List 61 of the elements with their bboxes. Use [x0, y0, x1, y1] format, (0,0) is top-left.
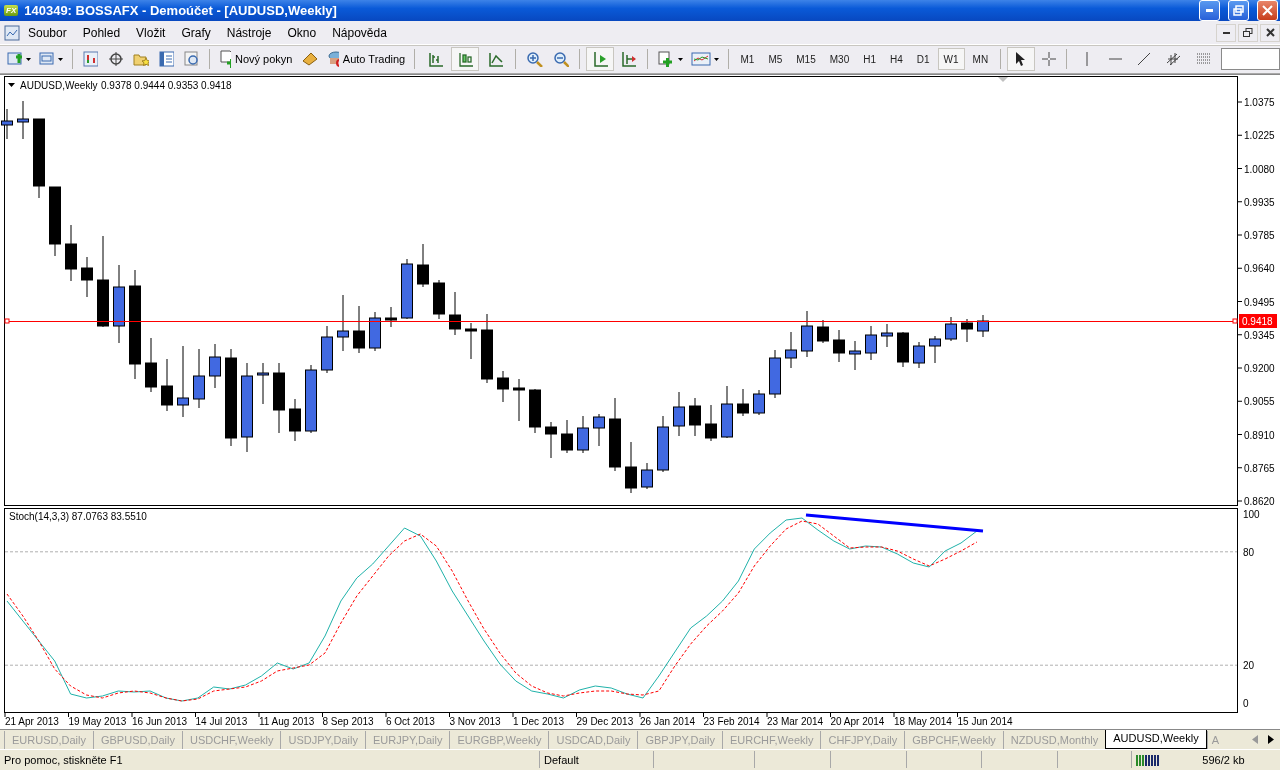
price-axis-label: 0.8765: [1244, 462, 1275, 474]
date-axis-label: 23 Feb 2014: [703, 715, 760, 727]
menu-item[interactable]: Vložit: [128, 22, 174, 43]
status-traffic: 596/2 kb: [1201, 752, 1246, 768]
menu-item[interactable]: Nápověda: [324, 22, 395, 43]
timeframe-button[interactable]: MN: [966, 48, 995, 71]
menu-item[interactable]: Pohled: [74, 22, 129, 43]
date-axis-label: 29 Dec 2013: [576, 715, 634, 727]
chart-tab[interactable]: AUDUSD,Weekly: [1105, 729, 1207, 749]
date-axis-label: 16 Jun 2013: [132, 715, 188, 727]
new-order-button[interactable]: Nový pokyn: [215, 47, 296, 72]
timeframe-button[interactable]: M1: [734, 48, 761, 71]
price-axis-label: 1.0225: [1244, 130, 1275, 142]
date-axis-label: 20 Apr 2014: [830, 715, 885, 727]
date-axis-label: 11 Aug 2013: [259, 715, 315, 727]
price-axis-label: 0.9200: [1244, 362, 1275, 374]
timeframe-button[interactable]: H4: [884, 48, 909, 71]
date-axis-label: 8 Sep 2013: [322, 715, 374, 727]
status-profile: Default: [539, 751, 654, 769]
current-price-badge: 0.9418: [1239, 313, 1277, 328]
price-axis-label: 0.9345: [1244, 329, 1275, 341]
price-axis-label: 0.9495: [1244, 296, 1275, 308]
timeframe-button[interactable]: M15: [790, 48, 822, 71]
timeframe-button[interactable]: M30: [823, 48, 856, 71]
timeframe-button[interactable]: H1: [857, 48, 882, 71]
timeframe-button[interactable]: D1: [910, 48, 936, 71]
price-axis-label: 0.8910: [1244, 429, 1275, 441]
price-axis-label: 1.0375: [1244, 96, 1275, 108]
window-title: 140349: BOSSAFX - Demoúčet - [AUDUSD,Weekly]: [24, 3, 338, 18]
date-axis-label: 18 May 2014: [894, 715, 952, 727]
date-axis-label: 19 May 2013: [68, 715, 127, 727]
menu-item[interactable]: Okno: [279, 22, 325, 43]
date-axis-label: 26 Jan 2014: [640, 715, 696, 727]
indicator-axis-label: 80: [1243, 546, 1255, 558]
price-axis-label: 0.9640: [1244, 263, 1275, 275]
timeframe-button[interactable]: W1: [937, 48, 965, 71]
price-axis-label: 1.0080: [1244, 163, 1275, 175]
date-axis-label: 14 Jul 2013: [195, 715, 248, 727]
date-axis-label: 21 Apr 2013: [5, 715, 59, 727]
timeframe-button[interactable]: M5: [762, 48, 789, 71]
indicator-axis-label: 100: [1243, 508, 1260, 520]
auto-trading-button[interactable]: Auto Trading: [324, 47, 409, 72]
menu-item[interactable]: Grafy: [173, 22, 219, 43]
indicator-axis-label: 20: [1243, 660, 1255, 671]
menu-item[interactable]: Soubor: [20, 22, 75, 43]
indicator-label: Stoch(14,3,3) 87.0763 83.5510: [9, 510, 147, 522]
date-axis-label: 3 Nov 2013: [449, 715, 501, 727]
ohlc-values: 0.9378 0.9444 0.9353 0.9418: [101, 79, 232, 91]
status-help-text: Pro pomoc, stiskněte F1: [3, 752, 124, 768]
app-logo: FX: [4, 5, 19, 16]
date-axis-label: 15 Jun 2014: [957, 715, 1013, 727]
price-axis-label: 0.9935: [1244, 196, 1275, 208]
menu-item[interactable]: Nástroje: [218, 22, 280, 43]
indicator-axis-label: 0: [1243, 697, 1249, 709]
chart-symbol: AUDUSD,Weekly: [20, 79, 98, 91]
price-axis-label: 0.8620: [1244, 495, 1275, 507]
price-axis-label: 0.9055: [1244, 396, 1275, 408]
date-axis-label: 6 Oct 2013: [386, 715, 435, 727]
price-axis-label: 0.9785: [1244, 229, 1275, 241]
date-axis-label: 23 Mar 2014: [767, 715, 824, 727]
date-axis-label: 1 Dec 2013: [513, 715, 565, 727]
